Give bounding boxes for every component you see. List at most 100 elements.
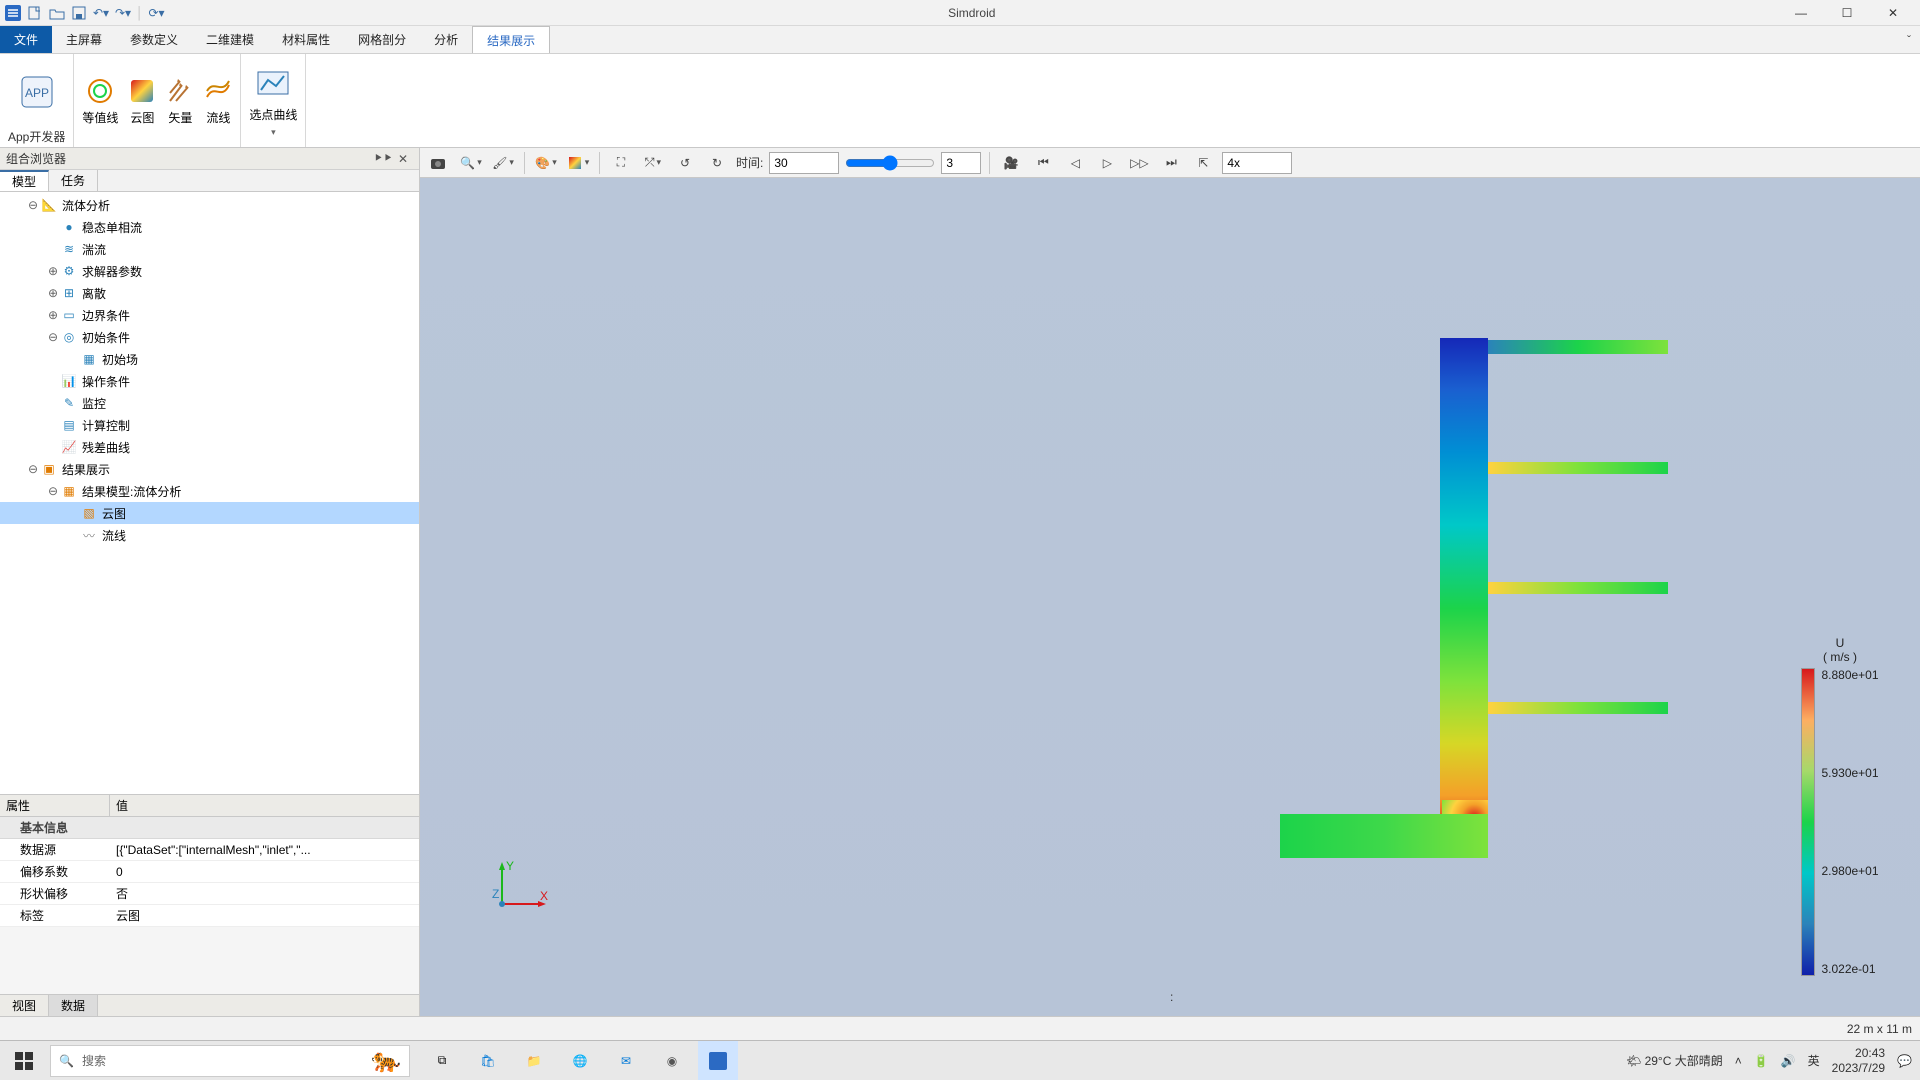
tree-node: ⊖◎初始条件 (0, 326, 419, 348)
lbl: 流线 (206, 109, 230, 126)
status-dims: 22 m x 11 m (1847, 1022, 1912, 1036)
close-button[interactable]: ✕ (1870, 0, 1916, 26)
app-logo-icon[interactable] (4, 4, 22, 22)
time-input[interactable] (769, 152, 839, 174)
legend-unit: ( m/s ) (1823, 650, 1857, 664)
viewport: 🔍 🖌 🎨 ⛶ ⤱ ↺ ↻ 时间: 🎥 ⏮ ◁ ▷ ▷▷ ⏭ ⇱ (420, 148, 1920, 1016)
last-frame-icon[interactable]: ⏭ (1158, 151, 1184, 175)
point-curve-icon (255, 66, 291, 102)
canvas-3d[interactable]: Y X Z U ( m/s ) 8.880e+01 5.930e+01 2.98… (420, 178, 1920, 1016)
streamline-button[interactable]: 流线 (204, 77, 232, 126)
properties-panel: 属性 值 基本信息 数据源[{"DataSet":["internalMesh"… (0, 794, 419, 994)
first-frame-icon[interactable]: ⏮ (1030, 151, 1056, 175)
vector-icon (166, 77, 194, 105)
explorer-icon[interactable]: 📁 (514, 1041, 554, 1080)
appdev-button[interactable]: APP (19, 74, 55, 110)
save-icon[interactable] (70, 4, 88, 22)
tab-file[interactable]: 文件 (0, 26, 52, 53)
search-icon: 🔍 (59, 1054, 74, 1068)
ribbon-collapse-icon[interactable]: ˇ (1898, 26, 1920, 53)
paint-icon[interactable]: 🎨 (533, 151, 559, 175)
vector-button[interactable]: 矢量 (166, 77, 194, 126)
battery-icon[interactable]: 🔋 (1754, 1054, 1769, 1068)
lbl: 选点曲线 (249, 106, 297, 123)
ribbon-tabs: 文件 主屏幕 参数定义 二维建模 材料属性 网格剖分 分析 结果展示 ˇ (0, 26, 1920, 54)
results-icon: ▣ (40, 461, 58, 477)
model-tree[interactable]: ⊖📐流体分析 ●稳态单相流 ≋湍流 ⊕⚙求解器参数 ⊕⊞离散 ⊕▭边界条件 ⊖◎… (0, 192, 419, 794)
open-icon[interactable] (48, 4, 66, 22)
next-frame-icon[interactable]: ▷▷ (1126, 151, 1152, 175)
export-icon[interactable]: ⇱ (1190, 151, 1216, 175)
tab-tasks[interactable]: 任务 (49, 170, 98, 191)
tab-home[interactable]: 主屏幕 (52, 26, 116, 53)
simdroid-taskbar-icon[interactable] (698, 1041, 738, 1080)
tab-params[interactable]: 参数定义 (116, 26, 192, 53)
weather-widget[interactable]: 🌤 29°C 大部晴朗 (1626, 1052, 1723, 1069)
contour-fill-button[interactable]: 云图 (128, 77, 156, 126)
tab-2dmodel[interactable]: 二维建模 (192, 26, 268, 53)
magnify-icon[interactable]: 🔍 (458, 151, 484, 175)
res-icon: 📈 (60, 439, 78, 455)
prev-frame-icon[interactable]: ◁ (1062, 151, 1088, 175)
minimize-button[interactable]: — (1778, 0, 1824, 26)
rotate-cw-icon[interactable]: ↻ (704, 151, 730, 175)
axis-icon[interactable]: ⤱ (640, 151, 666, 175)
mail-icon[interactable]: ✉ (606, 1041, 646, 1080)
tab-mesh[interactable]: 网格剖分 (344, 26, 420, 53)
camera-icon[interactable] (426, 151, 452, 175)
tab-analysis[interactable]: 分析 (420, 26, 472, 53)
record-icon[interactable]: 🎥 (998, 151, 1024, 175)
volume-icon[interactable]: 🔊 (1781, 1054, 1796, 1068)
notifications-icon[interactable]: 💬 (1897, 1054, 1912, 1068)
field-icon: ▦ (80, 351, 98, 367)
cube-icon[interactable] (565, 151, 591, 175)
tab-results[interactable]: 结果展示 (472, 26, 550, 53)
tree-node: ≋湍流 (0, 238, 419, 260)
ribbon-label-appdev: App开发器 (8, 126, 65, 145)
tab-data[interactable]: 数据 (49, 995, 98, 1016)
props-row: 形状偏移否 (0, 883, 419, 905)
mon-icon: ✎ (60, 395, 78, 411)
titlebar: ↶▾ ↷▾ │ ⟳▾ Simdroid — ☐ ✕ (0, 0, 1920, 26)
new-icon[interactable] (26, 4, 44, 22)
tab-material[interactable]: 材料属性 (268, 26, 344, 53)
frame-input[interactable] (941, 152, 981, 174)
time-slider[interactable] (845, 155, 935, 171)
contour-line-button[interactable]: 等值线 (82, 77, 118, 126)
taskbar-clock[interactable]: 20:43 2023/7/29 (1832, 1046, 1885, 1075)
tree-node: ⊖📐流体分析 (0, 194, 419, 216)
tab-view[interactable]: 视图 (0, 995, 49, 1016)
taskbar-search[interactable]: 🔍 搜索 🐅 (50, 1045, 410, 1077)
time-label: 时间: (736, 154, 763, 171)
store-icon[interactable]: 🛍 (468, 1041, 508, 1080)
redo-icon[interactable]: ↷▾ (114, 4, 132, 22)
refresh-icon[interactable]: ⟳▾ (148, 4, 166, 22)
maximize-button[interactable]: ☐ (1824, 0, 1870, 26)
tree-node: ⊕▭边界条件 (0, 304, 419, 326)
pointcurve-button[interactable]: 选点曲线 ▾ (249, 66, 297, 138)
fit-icon[interactable]: ⛶ (608, 151, 634, 175)
highlight-icon[interactable]: 🖌 (490, 151, 516, 175)
tab-model[interactable]: 模型 (0, 170, 49, 191)
taskview-icon[interactable]: ⧉ (422, 1041, 462, 1080)
close-panel-icon[interactable]: ✕ (393, 152, 413, 166)
axis-y-label: Y (506, 859, 514, 873)
tree-node-selected: ▧云图 (0, 502, 419, 524)
pin-icon[interactable]: ⯈⯈ (373, 151, 393, 166)
edge-icon[interactable]: 🌐 (560, 1041, 600, 1080)
undo-icon[interactable]: ↶▾ (92, 4, 110, 22)
tree-node: ▦初始场 (0, 348, 419, 370)
left-panel: 组合浏览器 ⯈⯈ ✕ 模型 任务 ⊖📐流体分析 ●稳态单相流 ≋湍流 ⊕⚙求解器… (0, 148, 420, 1016)
tray-chevron-icon[interactable]: ˄ (1735, 1054, 1742, 1068)
ctrl-icon: ▤ (60, 417, 78, 433)
rotate-ccw-icon[interactable]: ↺ (672, 151, 698, 175)
turb-icon: ≋ (60, 241, 78, 257)
tree-node: ⊕⚙求解器参数 (0, 260, 419, 282)
app-generic-icon[interactable]: ◉ (652, 1041, 692, 1080)
speed-select[interactable] (1222, 152, 1292, 174)
legend-ticks: 8.880e+01 5.930e+01 2.980e+01 3.022e-01 (1815, 668, 1878, 976)
play-icon[interactable]: ▷ (1094, 151, 1120, 175)
ime-indicator[interactable]: 英 (1808, 1052, 1820, 1069)
start-button[interactable] (0, 1041, 48, 1080)
flow-icon: 📐 (40, 197, 58, 213)
